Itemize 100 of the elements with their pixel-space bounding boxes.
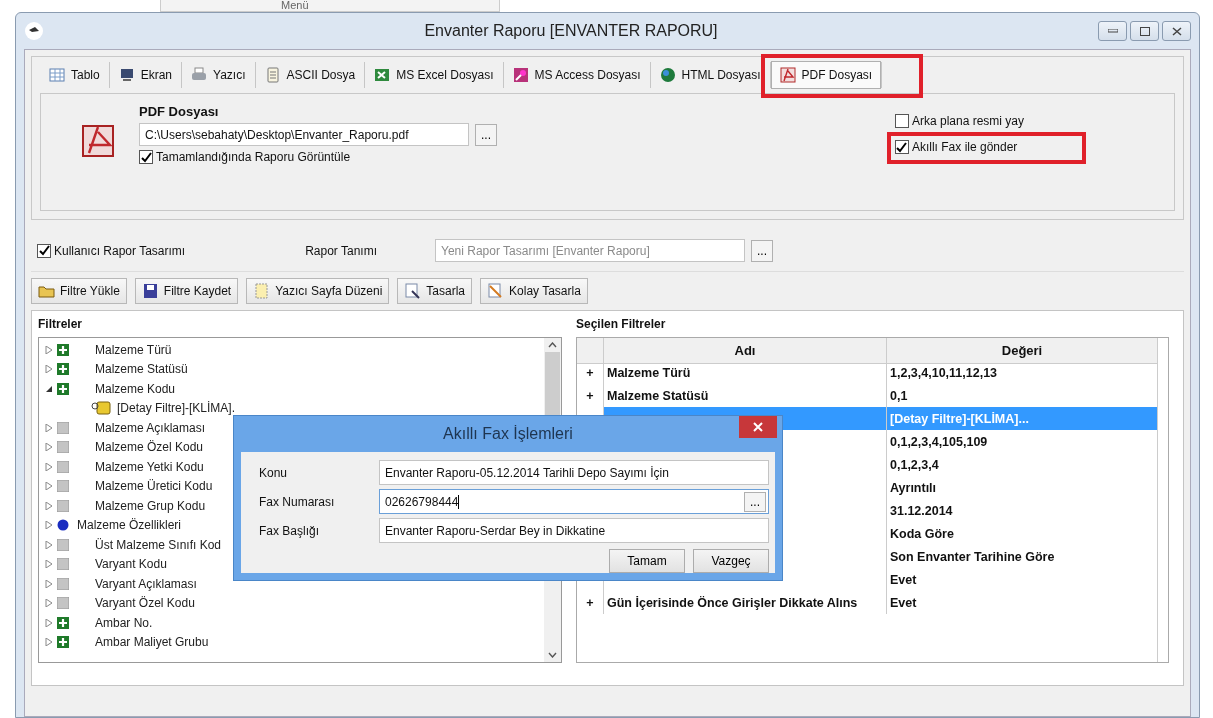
table-cell: Evet <box>890 595 917 610</box>
section-heading: PDF Dosyası <box>139 104 220 119</box>
pdf-icon <box>779 67 796 83</box>
table-cell: 31.12.2014 <box>890 503 953 518</box>
table-cell: 1,2,3,4,10,11,12,13 <box>890 365 998 380</box>
tree-item[interactable]: Üst Malzeme Sınıfı Kod <box>95 537 222 552</box>
toolbar-button[interactable]: Yazıcı Sayfa Düzeni <box>246 278 390 304</box>
browse-button[interactable]: ... <box>744 491 766 512</box>
collapsed-triangle-icon[interactable] <box>45 599 53 608</box>
background-window-title: Menü <box>281 0 309 11</box>
collapsed-triangle-icon[interactable] <box>45 345 53 354</box>
collapsed-triangle-icon[interactable] <box>45 560 53 569</box>
file-path-field[interactable]: C:\Users\sebahaty\Desktop\Envanter_Raporu.pdf <box>139 123 469 146</box>
output-tab[interactable]: ASCII Dosya <box>255 63 365 87</box>
field-label: Fax Başlığı <box>259 523 321 538</box>
checkbox-label: Kullanıcı Rapor Tasarımı <box>54 243 186 258</box>
collapsed-triangle-icon[interactable] <box>45 638 53 647</box>
tree-item[interactable]: Malzeme Statüsü <box>95 362 188 377</box>
row-expander[interactable]: + <box>586 388 594 403</box>
table-icon <box>49 67 65 83</box>
scroll-down-icon[interactable] <box>548 652 557 658</box>
checkbox-label: Arka plana resmi yay <box>911 114 1024 128</box>
tree-item[interactable]: Malzeme Yetki Kodu <box>95 459 204 474</box>
tree-item[interactable]: Varyant Özel Kodu <box>95 596 195 611</box>
collapsed-triangle-icon[interactable] <box>45 501 53 510</box>
input-field[interactable]: Envanter Raporu-05.12.2014 Tarihli Depo Sayımı İçin <box>379 460 769 485</box>
plus-square-icon <box>57 636 69 649</box>
field-label: Fax Numarası <box>259 494 336 509</box>
collapsed-triangle-icon[interactable] <box>45 521 53 530</box>
folder-icon <box>38 283 55 299</box>
input-field[interactable]: 02626798444 ... <box>379 489 769 514</box>
tree-item[interactable]: Malzeme Grup Kodu <box>95 498 206 513</box>
restore-button[interactable] <box>1130 21 1159 41</box>
pdf-icon <box>81 124 115 158</box>
globe-icon <box>659 67 676 83</box>
output-tab[interactable]: PDF Dosyası <box>770 61 882 89</box>
table-cell: [Detay Filtre]-[KLİMA]... <box>890 411 1029 426</box>
table-cell: Malzeme Statüsü <box>607 388 709 403</box>
table-cell: Son Envanter Tarihine Göre <box>890 549 1055 564</box>
toolbar-button[interactable]: Tasarla <box>397 278 473 304</box>
checkbox[interactable] <box>894 114 909 128</box>
plus-square-icon <box>57 363 69 376</box>
column-header[interactable]: Değeri <box>887 338 1158 364</box>
collapsed-triangle-icon[interactable] <box>45 579 53 588</box>
collapsed-triangle-icon[interactable] <box>45 618 53 627</box>
dialog-button[interactable]: Vazgeç <box>693 549 769 573</box>
printer-icon <box>191 67 208 83</box>
collapsed-triangle-icon[interactable] <box>45 540 53 549</box>
field-label: Konu <box>259 465 289 480</box>
output-tab[interactable]: MS Access Dosyası <box>503 63 650 87</box>
output-tab[interactable]: Tablo <box>40 63 109 87</box>
tree-item[interactable]: Malzeme Üretici Kodu <box>95 479 213 494</box>
output-tab[interactable]: Yazıcı <box>182 63 255 87</box>
table-cell: Evet <box>890 572 917 587</box>
collapsed-triangle-icon[interactable] <box>45 365 53 374</box>
collapsed-triangle-icon[interactable] <box>45 482 53 491</box>
table-cell: 0,1,2,3,4,105,109 <box>890 434 988 449</box>
table-cell: 0,1,2,3,4 <box>890 457 939 472</box>
tree-item[interactable]: [Detay Filtre]-[KLİMA]. <box>117 401 236 416</box>
input-field[interactable]: Envanter Raporu-Serdar Bey in Dikkatine <box>379 518 769 543</box>
tree-item[interactable]: Varyant Açıklaması <box>95 576 197 591</box>
output-tab[interactable]: MS Excel Dosyası <box>365 63 503 87</box>
tree-item[interactable]: Ambar Maliyet Grubu <box>95 635 209 650</box>
output-tab[interactable]: HTML Dosyası <box>650 63 770 87</box>
document-icon <box>264 67 281 83</box>
toolbar-button[interactable]: Filtre Kaydet <box>134 278 239 304</box>
toolbar-button[interactable]: Filtre Yükle <box>31 278 127 304</box>
column-header[interactable]: Adı <box>604 338 887 364</box>
tree-item[interactable]: Malzeme Özellikleri <box>77 518 182 533</box>
dot-icon <box>57 519 69 532</box>
tree-item[interactable]: Malzeme Kodu <box>95 381 176 396</box>
tree-item[interactable]: Malzeme Türü <box>95 342 172 357</box>
dialog-button[interactable]: Tamam <box>609 549 685 573</box>
collapsed-triangle-icon[interactable] <box>45 462 53 471</box>
row-expander[interactable]: + <box>586 365 594 380</box>
section-title: Seçilen Filtreler <box>576 317 667 331</box>
section-title: Filtreler <box>38 317 83 331</box>
minimize-icon <box>1107 29 1118 33</box>
plus-square-icon <box>57 343 69 356</box>
key-icon <box>512 67 529 83</box>
close-button[interactable] <box>1162 21 1191 41</box>
page-icon <box>253 283 271 299</box>
close-button[interactable] <box>739 416 777 438</box>
tree-item[interactable]: Malzeme Özel Kodu <box>95 440 204 455</box>
expanded-triangle-icon[interactable] <box>45 384 53 393</box>
table-cell: Ayrıntılı <box>890 480 937 495</box>
table-cell: Gün İçerisinde Önce Girişler Dikkate Alıns <box>607 595 858 610</box>
toolbar-button[interactable]: Kolay Tasarla <box>480 278 588 304</box>
tree-item[interactable]: Varyant Kodu <box>95 557 167 572</box>
tree-item[interactable]: Malzeme Açıklaması <box>95 420 206 435</box>
collapsed-triangle-icon[interactable] <box>45 443 53 452</box>
checkbox[interactable] <box>139 150 153 164</box>
scroll-up-icon[interactable] <box>548 342 557 348</box>
row-expander[interactable]: + <box>586 595 594 610</box>
field-label: Rapor Tanımı <box>305 243 377 258</box>
tree-item[interactable]: Ambar No. <box>95 615 153 630</box>
checkbox[interactable] <box>894 140 909 154</box>
collapsed-triangle-icon[interactable] <box>45 423 53 432</box>
output-tab[interactable]: Ekran <box>109 63 182 87</box>
browse-button[interactable]: ... <box>475 123 497 146</box>
